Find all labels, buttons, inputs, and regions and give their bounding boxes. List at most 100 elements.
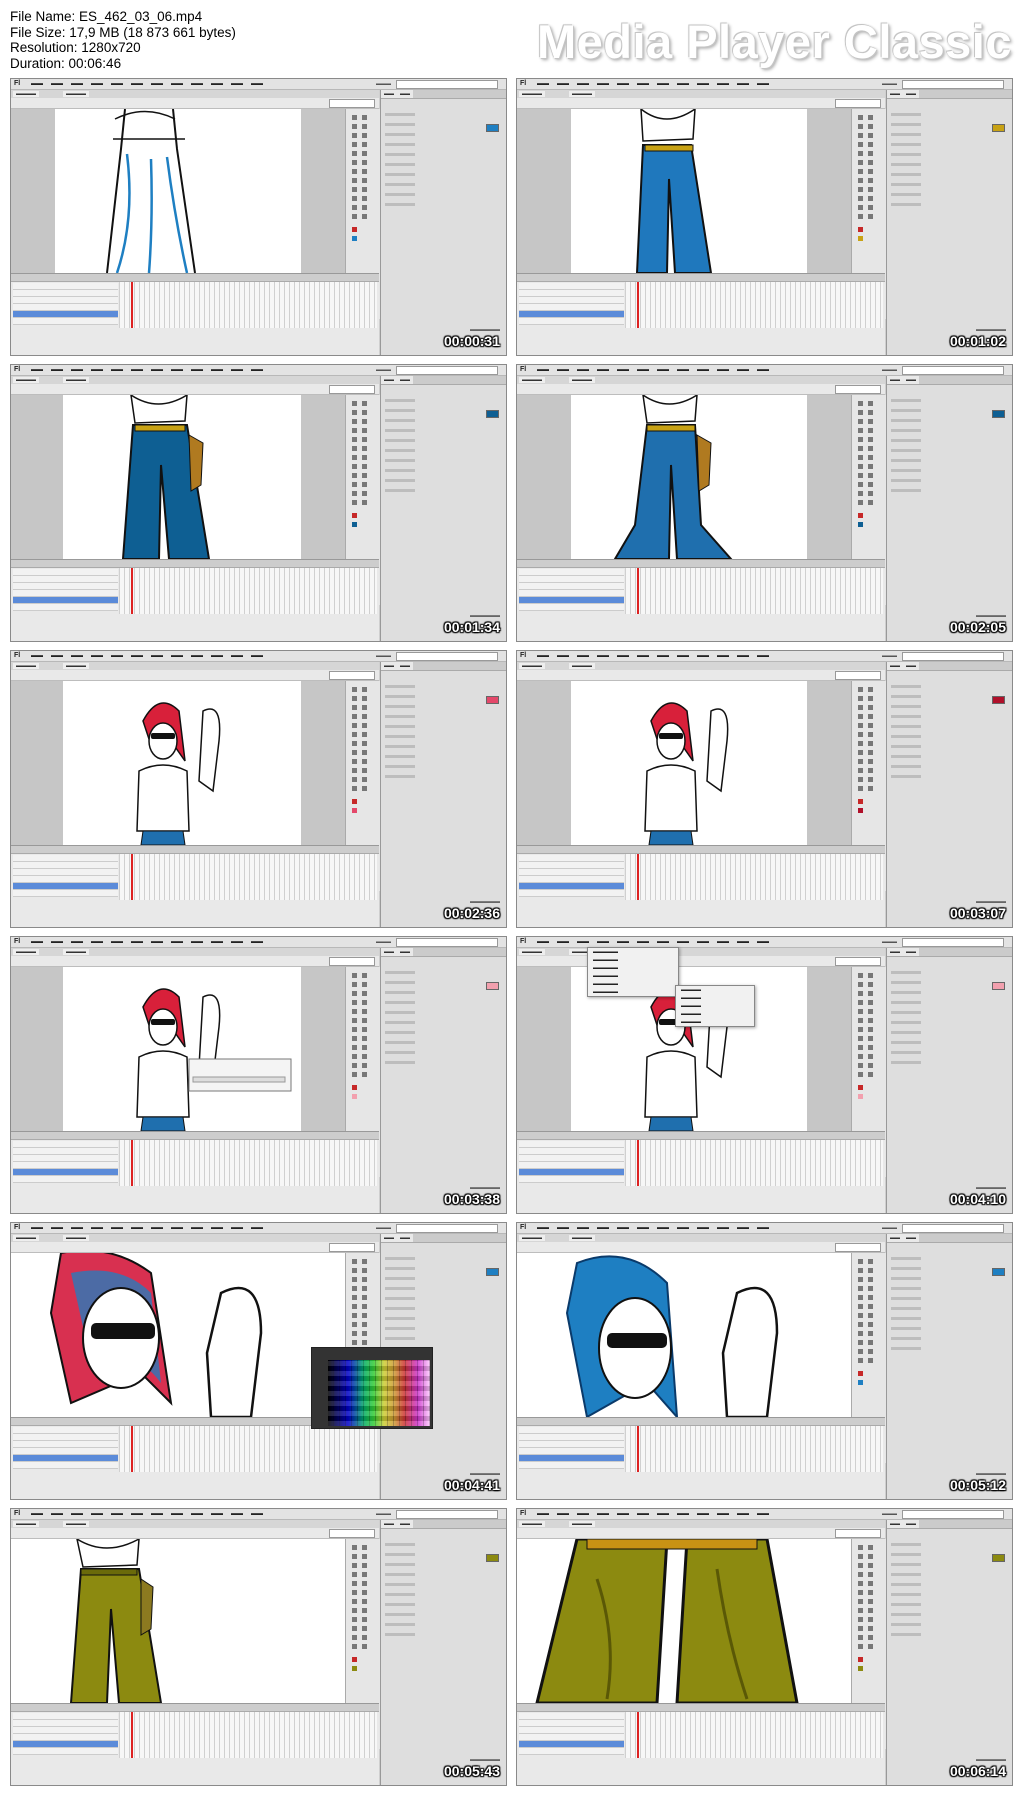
frame-grid[interactable]	[625, 854, 883, 900]
tool-icon[interactable]	[868, 1268, 873, 1273]
tool-icon[interactable]	[858, 714, 863, 719]
tool-icon[interactable]	[858, 705, 863, 710]
menu-option[interactable]: ▬▬▬▬▬	[588, 956, 678, 964]
document-tab[interactable]: ▬▬▬▬	[63, 91, 89, 97]
tool-icon[interactable]	[352, 1599, 357, 1604]
property-value[interactable]	[891, 1327, 921, 1330]
tool-icon[interactable]	[352, 1545, 357, 1550]
property-value[interactable]	[891, 1021, 921, 1024]
property-value[interactable]	[891, 1267, 921, 1270]
fill-swatch[interactable]	[992, 696, 1005, 704]
playhead[interactable]	[131, 854, 133, 900]
tool-icon[interactable]	[868, 982, 873, 987]
timeline-layer[interactable]	[519, 1727, 624, 1734]
menu-item[interactable]: ▬▬	[211, 81, 223, 87]
tool-icon[interactable]	[858, 1009, 863, 1014]
fill-color-swatch[interactable]	[352, 236, 357, 241]
tool-icon[interactable]	[362, 428, 367, 433]
tool-icon[interactable]	[362, 1626, 367, 1631]
timeline-layer[interactable]	[519, 883, 624, 890]
tool-icon[interactable]	[868, 1018, 873, 1023]
menu-item[interactable]: ▬▬	[657, 367, 669, 373]
help-search-input[interactable]	[396, 652, 498, 661]
tool-icon[interactable]	[362, 777, 367, 782]
timeline-layer[interactable]	[519, 1162, 624, 1169]
tool-icon[interactable]	[868, 1635, 873, 1640]
tool-icon[interactable]	[362, 169, 367, 174]
tool-icon[interactable]	[868, 410, 873, 415]
menu-item[interactable]: ▬▬	[231, 367, 243, 373]
tool-icon[interactable]	[868, 1331, 873, 1336]
tool-icon[interactable]	[362, 687, 367, 692]
menu-item[interactable]: ▬▬	[91, 939, 103, 945]
property-value[interactable]	[891, 971, 921, 974]
tool-icon[interactable]	[868, 482, 873, 487]
menu-item[interactable]: ▬▬	[657, 1225, 669, 1231]
document-tab[interactable]: ▬▬▬▬	[519, 1235, 545, 1241]
drawing-canvas[interactable]	[63, 967, 301, 1131]
property-value[interactable]	[891, 981, 921, 984]
tool-icon[interactable]	[858, 1581, 863, 1586]
tool-icon[interactable]	[362, 732, 367, 737]
property-value[interactable]	[891, 419, 921, 422]
tool-icon[interactable]	[868, 786, 873, 791]
timeline-layer[interactable]	[13, 1434, 118, 1441]
timeline-layer[interactable]	[13, 1176, 118, 1183]
timeline-layer[interactable]	[519, 297, 624, 304]
playhead[interactable]	[131, 282, 133, 328]
tool-icon[interactable]	[868, 1313, 873, 1318]
workspace-switcher[interactable]: ▬▬▬	[376, 81, 391, 87]
property-value[interactable]	[385, 1061, 415, 1064]
menu-item[interactable]: ▬▬	[557, 939, 569, 945]
tool-icon[interactable]	[352, 687, 357, 692]
menu-item[interactable]: ▬▬	[717, 1225, 729, 1231]
zoom-select[interactable]	[835, 385, 881, 394]
property-value[interactable]	[891, 1347, 921, 1350]
property-value[interactable]	[385, 479, 415, 482]
workspace-switcher[interactable]: ▬▬▬	[882, 653, 897, 659]
document-tab[interactable]: ▬▬▬▬	[519, 91, 545, 97]
property-value[interactable]	[891, 695, 921, 698]
tool-icon[interactable]	[362, 410, 367, 415]
tool-icon[interactable]	[868, 178, 873, 183]
property-value[interactable]	[891, 489, 921, 492]
tool-icon[interactable]	[352, 1036, 357, 1041]
menu-item[interactable]: ▬▬	[677, 367, 689, 373]
menu-item[interactable]: ▬▬	[537, 653, 549, 659]
drawing-canvas[interactable]	[517, 1253, 851, 1417]
property-value[interactable]	[891, 459, 921, 462]
menu-item[interactable]: ▬▬	[231, 1225, 243, 1231]
menu-item[interactable]: ▬▬	[637, 367, 649, 373]
property-value[interactable]	[891, 765, 921, 768]
workspace-switcher[interactable]: ▬▬▬	[882, 939, 897, 945]
menu-item[interactable]: ▬▬	[557, 1225, 569, 1231]
frame-grid[interactable]	[625, 1426, 883, 1472]
stroke-color-swatch[interactable]	[858, 1085, 863, 1090]
tool-icon[interactable]	[352, 214, 357, 219]
timeline-layer[interactable]	[13, 311, 118, 318]
tool-icon[interactable]	[352, 169, 357, 174]
tab-library[interactable]: ▬▬	[397, 662, 413, 670]
tool-icon[interactable]	[352, 1331, 357, 1336]
tool-icon[interactable]	[868, 705, 873, 710]
timeline-layer[interactable]	[519, 283, 624, 290]
tool-icon[interactable]	[352, 133, 357, 138]
timeline-layer[interactable]	[519, 1713, 624, 1720]
property-value[interactable]	[385, 1337, 415, 1340]
menu-item[interactable]: ▬▬	[697, 939, 709, 945]
tab-library[interactable]: ▬▬	[903, 376, 919, 384]
property-value[interactable]	[891, 991, 921, 994]
fill-color-swatch[interactable]	[858, 1380, 863, 1385]
tool-icon[interactable]	[868, 464, 873, 469]
document-tab[interactable]: ▬▬▬▬	[63, 949, 89, 955]
timeline-layer[interactable]	[519, 1455, 624, 1462]
menu-item[interactable]: ▬▬	[91, 367, 103, 373]
tool-icon[interactable]	[362, 196, 367, 201]
menu-item[interactable]: ▬▬	[211, 939, 223, 945]
menu-item[interactable]: ▬▬	[151, 939, 163, 945]
tool-icon[interactable]	[362, 401, 367, 406]
tool-icon[interactable]	[362, 1000, 367, 1005]
tool-icon[interactable]	[352, 714, 357, 719]
tool-icon[interactable]	[858, 196, 863, 201]
property-value[interactable]	[891, 1031, 921, 1034]
